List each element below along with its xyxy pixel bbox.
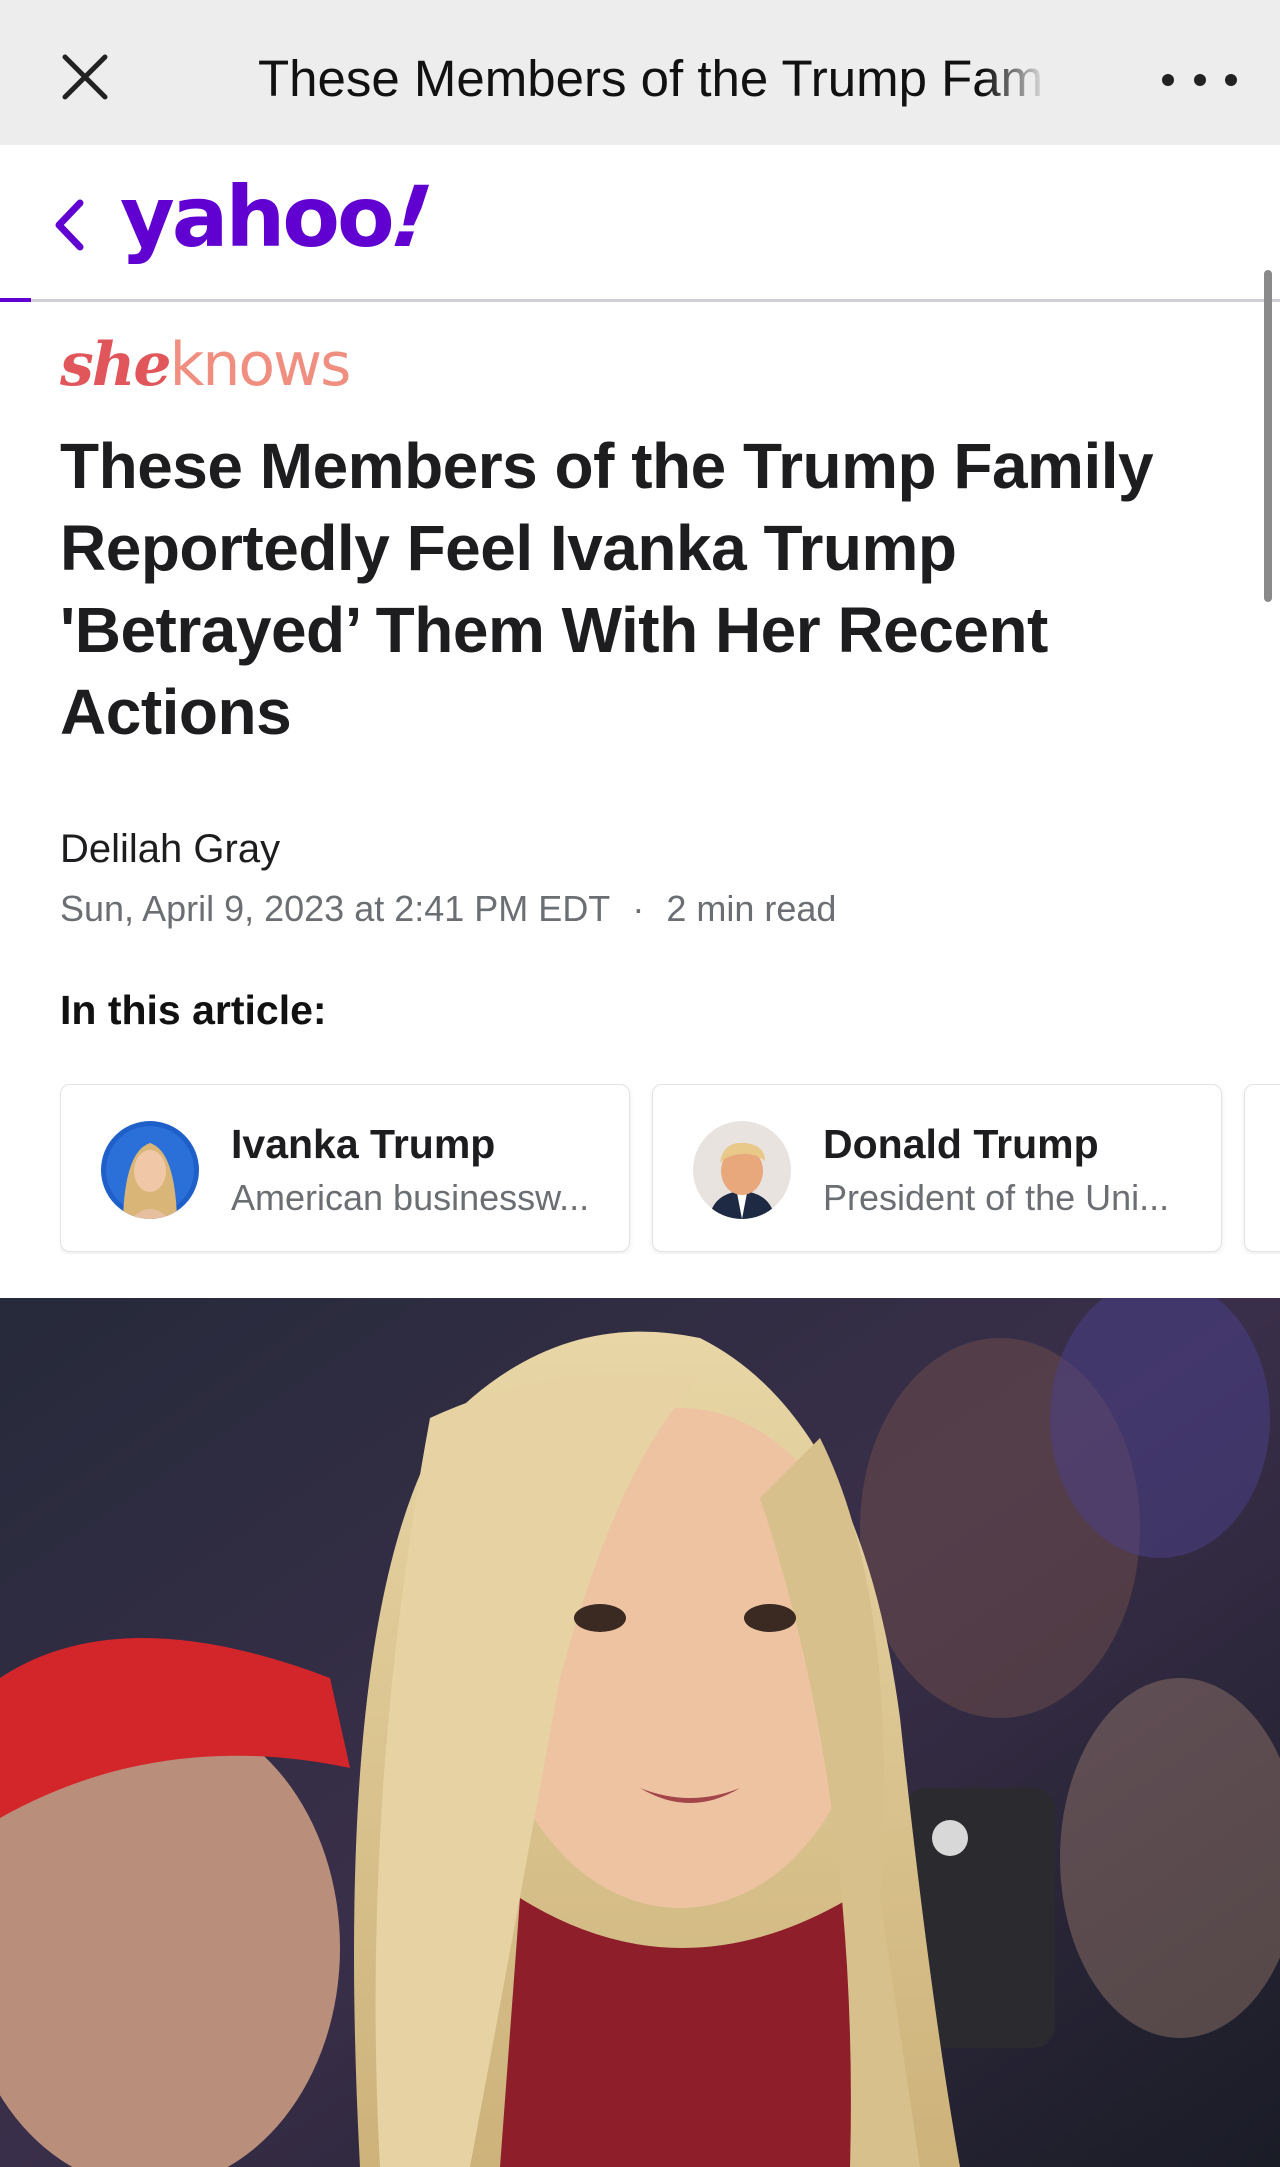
entity-card-partial[interactable] xyxy=(1244,1084,1280,1252)
article-date: Sun, April 9, 2023 at 2:41 PM EDT xyxy=(60,888,611,929)
entity-name: Donald Trump xyxy=(823,1121,1099,1167)
more-options-button[interactable] xyxy=(1162,50,1237,110)
article-meta: Sun, April 9, 2023 at 2:41 PM EDT · 2 min … xyxy=(60,884,836,934)
article-author[interactable]: Delilah Gray xyxy=(60,822,280,876)
in-this-article-heading: In this article: xyxy=(60,987,327,1033)
entity-description: American businessw... xyxy=(231,1177,590,1218)
entity-description: President of the Uni... xyxy=(823,1177,1170,1218)
meta-separator: · xyxy=(632,888,645,929)
article-hero-image[interactable] xyxy=(0,1298,1280,2167)
reading-progress-bar xyxy=(0,298,31,302)
close-icon xyxy=(62,54,108,100)
back-button[interactable] xyxy=(44,193,94,257)
scrollbar[interactable] xyxy=(1264,270,1272,602)
browser-page-title: These Members of the Trump Fam xyxy=(258,50,1044,107)
publisher-she: she xyxy=(60,330,172,400)
article-headline: These Members of the Trump Family Report… xyxy=(60,430,1154,748)
close-button[interactable] xyxy=(50,42,120,112)
entity-cards: Ivanka Trump American businessw... Donal… xyxy=(60,1084,1280,1254)
browser-top-bar: These Members of the Trump Fam xyxy=(0,0,1280,145)
entity-card-donald-trump[interactable]: Donald Trump President of the Uni... xyxy=(652,1084,1222,1252)
yahoo-header: yahoo! xyxy=(0,145,1280,302)
entity-name: Ivanka Trump xyxy=(231,1121,496,1167)
more-dot xyxy=(1225,74,1237,86)
read-time: 2 min read xyxy=(666,888,837,929)
more-dots-icon xyxy=(1162,74,1174,86)
chevron-left-icon xyxy=(55,199,84,251)
yahoo-logo-text: yahoo xyxy=(120,168,395,266)
hero-photo-illustration xyxy=(0,1298,1280,2167)
more-dot xyxy=(1193,74,1206,86)
publisher-knows: knows xyxy=(169,330,352,400)
publisher-logo[interactable]: sheknows xyxy=(60,330,352,400)
yahoo-logo[interactable]: yahoo! xyxy=(120,167,443,267)
avatar xyxy=(101,1121,199,1219)
avatar xyxy=(693,1121,791,1219)
entity-card-ivanka-trump[interactable]: Ivanka Trump American businessw... xyxy=(60,1084,630,1252)
